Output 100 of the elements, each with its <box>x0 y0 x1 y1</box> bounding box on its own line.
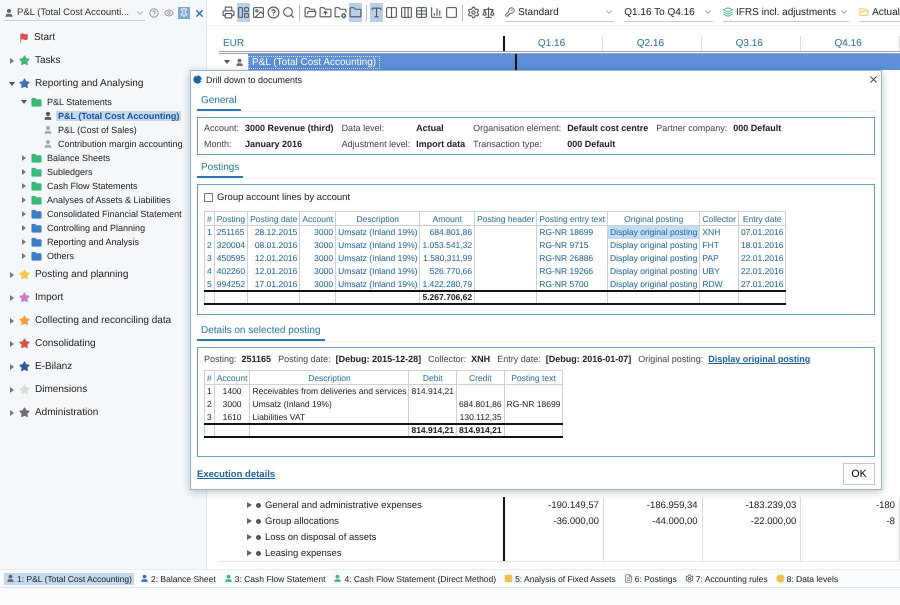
expand-arrow-icon[interactable] <box>9 318 15 324</box>
tree-item[interactable]: Start <box>32 32 58 43</box>
tree-item[interactable]: Contribution margin accounting <box>56 139 185 149</box>
tree-item[interactable]: Tasks <box>33 55 63 66</box>
expand-arrow-icon[interactable] <box>21 169 27 175</box>
column-header[interactable]: Account <box>300 212 336 226</box>
toolbar-button[interactable] <box>370 3 384 22</box>
column-header[interactable]: Posting text <box>504 370 563 384</box>
expand-arrow-icon[interactable] <box>9 340 15 346</box>
column-header[interactable]: Posting header <box>474 212 537 226</box>
tree-item[interactable]: P&L (Total Cost Accounting) <box>56 111 182 121</box>
close-button[interactable] <box>868 74 879 85</box>
toolbar-button[interactable] <box>237 3 250 22</box>
table-cell: Umsatz (Inland 19%) <box>250 398 409 410</box>
expand-arrow-icon[interactable] <box>9 364 15 370</box>
editor-tab[interactable]: 1: P&L (Total Cost Accounting) <box>4 572 134 584</box>
checkbox[interactable] <box>204 193 213 202</box>
tree-item[interactable]: Consolidated Financial Statement <box>45 209 184 219</box>
original-posting-link[interactable]: Display original posting <box>708 354 810 364</box>
toolbar-dropdown[interactable]: Standard <box>505 4 614 22</box>
eye-icon[interactable] <box>164 8 174 18</box>
column-header[interactable]: Account <box>214 370 250 384</box>
toolbar-dropdown[interactable]: Actual <box>859 4 900 22</box>
editor-tab[interactable]: 3: Cash Flow Statement <box>222 572 328 584</box>
column-header[interactable]: Debit <box>408 370 457 384</box>
tree-item[interactable]: E-Bilanz <box>33 361 74 372</box>
report-dropdown[interactable]: P&L (Total Cost Accounti... <box>4 5 145 21</box>
expand-arrow-icon[interactable] <box>21 253 27 259</box>
table-cell: 27.01.2016 <box>738 278 786 290</box>
column-header[interactable]: Posting date <box>248 212 300 226</box>
expand-arrow-icon[interactable] <box>247 502 252 508</box>
expand-arrow-icon[interactable] <box>21 211 27 217</box>
column-header[interactable]: Posting <box>214 212 248 226</box>
column-header[interactable]: # <box>204 212 214 226</box>
expand-arrow-icon[interactable] <box>247 518 252 524</box>
tree-item[interactable]: Administration <box>33 407 100 418</box>
column-header[interactable]: Original posting <box>607 212 700 226</box>
tree-item[interactable]: P&L (Cost of Sales) <box>56 125 139 135</box>
expand-arrow-icon[interactable] <box>9 410 15 416</box>
column-header[interactable]: Credit <box>456 370 504 384</box>
execution-details-link[interactable]: Execution details <box>197 468 276 480</box>
expand-arrow-icon[interactable] <box>21 197 27 203</box>
value-cell: -190.149,57 <box>548 500 599 510</box>
tree-item[interactable]: Dimensions <box>33 384 90 395</box>
expand-arrow-icon[interactable] <box>247 550 252 556</box>
editor-tab[interactable]: 7: Accounting rules <box>682 572 770 584</box>
editor-tab[interactable]: 5: Analysis of Fixed Assets <box>502 572 618 584</box>
expand-arrow-icon[interactable] <box>21 239 27 245</box>
column-header: EUR <box>223 38 244 49</box>
table-cell: 28.12.2015 <box>248 226 300 238</box>
column-header[interactable]: Description <box>250 370 409 384</box>
help-icon[interactable] <box>149 8 159 18</box>
field-label: Transaction type: <box>473 139 543 149</box>
expand-arrow-icon[interactable] <box>9 272 15 278</box>
expand-arrow-icon[interactable] <box>9 386 15 392</box>
table-cell: 4 <box>204 264 214 278</box>
table-cell: 22.01.2016 <box>738 252 786 264</box>
collapse-arrow-icon[interactable] <box>21 99 27 105</box>
expand-arrow-icon[interactable] <box>21 155 27 161</box>
expand-arrow-icon[interactable] <box>9 58 15 64</box>
collapse-arrow-icon[interactable] <box>9 80 15 86</box>
expand-arrow-icon[interactable] <box>247 534 252 540</box>
tree-item[interactable]: P&L Statements <box>45 97 114 107</box>
tree-item[interactable]: Others <box>45 251 76 261</box>
editor-tab[interactable]: 4: Cash Flow Statement (Direct Method) <box>331 572 498 584</box>
toolbar-dropdown[interactable]: IFRS incl. adjustments <box>723 4 850 22</box>
column-header[interactable]: Entry date <box>738 212 786 226</box>
expand-arrow-icon[interactable] <box>9 294 15 300</box>
field-value: XNH <box>471 354 490 364</box>
expand-arrow-icon[interactable] <box>21 225 27 231</box>
tree-item[interactable]: Balance Sheets <box>45 153 112 163</box>
tree-item[interactable]: Analyses of Assets & Liabilities <box>45 195 173 205</box>
field-label: Adjustment level: <box>342 139 410 149</box>
tree-item[interactable]: Posting and planning <box>33 269 130 280</box>
field-label: Month: <box>204 139 233 149</box>
ok-button[interactable]: OK <box>843 463 875 485</box>
column-header[interactable]: Collector <box>700 212 738 226</box>
tree-item[interactable]: Controlling and Planning <box>45 223 148 233</box>
column-header[interactable]: # <box>204 370 214 384</box>
table-cell: 07.01.2016 <box>738 226 786 238</box>
editor-tab[interactable]: 2: Balance Sheet <box>138 572 218 584</box>
tree-item[interactable]: Import <box>33 292 66 303</box>
expand-arrow-icon[interactable] <box>21 183 27 189</box>
close-icon[interactable] <box>194 8 205 18</box>
column-header[interactable]: Description <box>336 212 420 226</box>
collapse-arrow-icon[interactable] <box>224 59 230 65</box>
column-header[interactable]: Posting entry text <box>536 212 608 226</box>
person-icon <box>6 574 15 583</box>
tree-item[interactable]: Reporting and Analysing <box>33 78 146 89</box>
column-header[interactable]: Amount <box>420 212 475 226</box>
tree-item[interactable]: Collecting and reconciling data <box>33 315 174 326</box>
editor-tab[interactable]: 8: Data levels <box>774 572 840 584</box>
toolbar-button[interactable] <box>348 3 362 22</box>
tree-item[interactable]: Subledgers <box>45 167 95 177</box>
editor-tab[interactable]: 6: Postings <box>622 572 679 584</box>
table-cell: 684.801,86 <box>420 226 475 238</box>
tree-item[interactable]: Reporting and Analysis <box>45 237 142 247</box>
tree-item[interactable]: Cash Flow Statements <box>45 181 140 191</box>
toolbar-dropdown[interactable]: Q1.16 To Q4.16 <box>624 4 714 22</box>
tree-item[interactable]: Consolidating <box>33 338 98 349</box>
